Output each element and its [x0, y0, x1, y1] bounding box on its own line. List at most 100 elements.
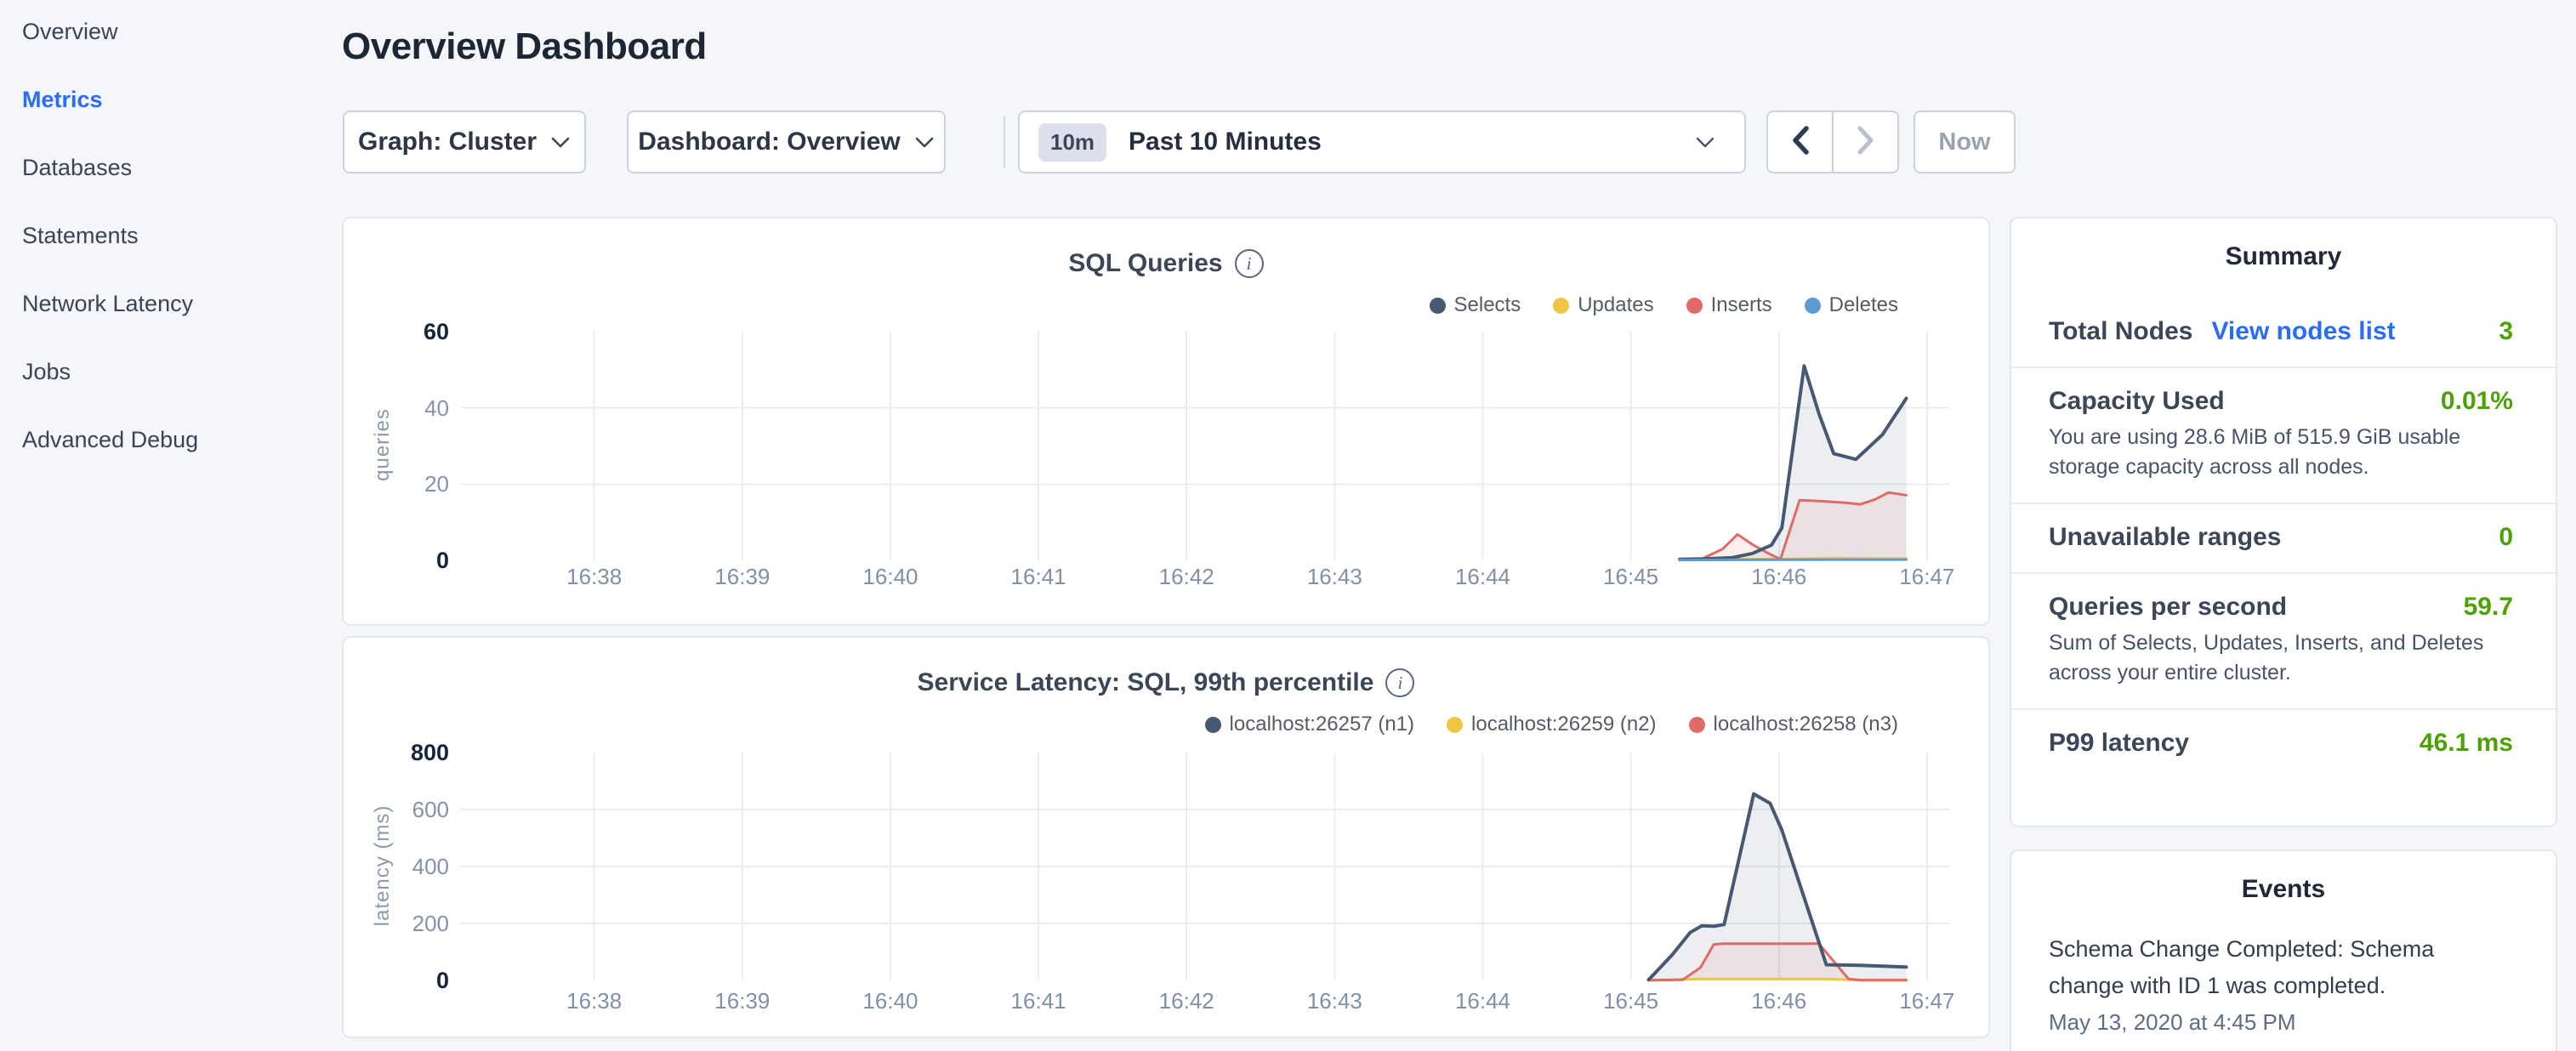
- summary-row-unavailable-ranges: Unavailable ranges 0: [2011, 504, 2556, 574]
- legend-item-localhost-26258-n3[interactable]: localhost:26258 (n3): [1689, 713, 1898, 736]
- x-axis-tick: 16:39: [691, 988, 793, 1014]
- summary-row-capacity-used: Capacity Used 0.01% You are using 28.6 M…: [2011, 368, 2556, 504]
- time-range-badge: 10m: [1038, 123, 1106, 162]
- sidebar-item-jobs[interactable]: Jobs: [0, 338, 340, 406]
- plot-area[interactable]: [461, 750, 1949, 984]
- summary-value: 0.01%: [2441, 387, 2513, 416]
- time-range-selector[interactable]: 10m Past 10 Minutes: [1018, 111, 1746, 173]
- service-latency-chart-card: Service Latency: SQL, 99th percentile i …: [342, 636, 1990, 1038]
- sidebar-item-metrics[interactable]: Metrics: [0, 65, 340, 134]
- sidebar-item-databases[interactable]: Databases: [0, 134, 340, 202]
- x-axis-tick: 16:38: [543, 988, 645, 1014]
- events-panel: Events Schema Change Completed: Schema c…: [2010, 849, 2557, 1051]
- next-time-button[interactable]: [1834, 112, 1897, 172]
- page-title: Overview Dashboard: [342, 26, 707, 68]
- chart-legend: Selects Updates Inserts Deletes: [1430, 293, 1899, 317]
- legend-item-localhost-26257-n1[interactable]: localhost:26257 (n1): [1205, 713, 1414, 736]
- legend-label: Inserts: [1711, 293, 1772, 317]
- summary-value: 59.7: [2464, 593, 2513, 622]
- sidebar-item-advanced-debug[interactable]: Advanced Debug: [0, 406, 340, 474]
- info-icon[interactable]: i: [1385, 668, 1414, 697]
- legend-dot-icon: [1205, 717, 1221, 733]
- y-axis-tick: 20: [355, 471, 449, 497]
- time-step-buttons: [1766, 111, 1899, 173]
- chart-svg: [461, 329, 1949, 563]
- summary-row-queries-per-second: Queries per second 59.7 Sum of Selects, …: [2011, 574, 2556, 710]
- summary-row-p99-latency: P99 latency 46.1 ms: [2011, 710, 2556, 778]
- x-axis-tick: 16:40: [839, 988, 941, 1014]
- x-axis-tick: 16:44: [1431, 988, 1533, 1014]
- y-axis-tick: 40: [355, 395, 449, 421]
- controls-divider: [1004, 116, 1005, 168]
- x-axis-tick: 16:45: [1580, 564, 1682, 589]
- sidebar-item-statements[interactable]: Statements: [0, 202, 340, 270]
- x-axis-tick: 16:44: [1431, 564, 1533, 589]
- event-list-item[interactable]: Schema Change Completed: Schema change w…: [2011, 924, 2556, 1036]
- y-axis-tick: 400: [355, 854, 449, 879]
- x-axis-tick: 16:47: [1876, 988, 1978, 1014]
- legend-item-updates[interactable]: Updates: [1553, 293, 1653, 317]
- y-axis-tick: 0: [355, 968, 449, 993]
- legend-dot-icon: [1447, 717, 1463, 733]
- summary-description: Sum of Selects, Updates, Inserts, and De…: [2049, 628, 2513, 688]
- chart-title: SQL Queries: [1068, 249, 1222, 278]
- x-axis-tick: 16:38: [543, 564, 645, 589]
- chevron-down-icon: [550, 135, 571, 149]
- previous-time-button[interactable]: [1768, 112, 1834, 172]
- now-button[interactable]: Now: [1914, 111, 2016, 173]
- graph-dropdown-label: Graph: Cluster: [358, 128, 537, 156]
- chevron-left-icon: [1788, 123, 1812, 162]
- legend-label: Updates: [1578, 293, 1653, 317]
- summary-label: Total Nodes: [2049, 317, 2192, 346]
- summary-title: Summary: [2011, 219, 2556, 298]
- legend-dot-icon: [1686, 298, 1703, 314]
- x-axis-tick: 16:41: [987, 988, 1089, 1014]
- summary-label: P99 latency: [2049, 729, 2189, 758]
- chart-legend: localhost:26257 (n1) localhost:26259 (n2)…: [1205, 713, 1898, 736]
- legend-label: localhost:26259 (n2): [1471, 713, 1656, 736]
- time-range-label: Past 10 Minutes: [1129, 128, 1322, 156]
- chevron-down-icon: [1695, 135, 1715, 149]
- summary-value: 46.1 ms: [2420, 729, 2513, 758]
- sql-queries-chart-card: SQL Queries i Selects Updates Inserts Delet…: [342, 217, 1990, 626]
- legend-item-inserts[interactable]: Inserts: [1686, 293, 1772, 317]
- view-nodes-list-link[interactable]: View nodes list: [2211, 317, 2395, 346]
- legend-label: localhost:26257 (n1): [1230, 713, 1414, 736]
- dashboard-dropdown[interactable]: Dashboard: Overview: [627, 111, 946, 173]
- y-axis-tick: 60: [355, 319, 449, 344]
- legend-label: localhost:26258 (n3): [1714, 713, 1898, 736]
- legend-dot-icon: [1689, 717, 1705, 733]
- legend-item-deletes[interactable]: Deletes: [1805, 293, 1898, 317]
- legend-label: Deletes: [1829, 293, 1898, 317]
- sidebar-item-network-latency[interactable]: Network Latency: [0, 270, 340, 338]
- legend-item-selects[interactable]: Selects: [1430, 293, 1521, 317]
- dashboard-dropdown-label: Dashboard: Overview: [638, 128, 900, 156]
- y-axis-tick: 600: [355, 797, 449, 822]
- y-axis-tick: 800: [355, 740, 449, 765]
- chevron-down-icon: [914, 135, 935, 149]
- x-axis-tick: 16:46: [1728, 988, 1830, 1014]
- y-axis-label: queries: [371, 317, 395, 572]
- x-axis-tick: 16:42: [1135, 564, 1237, 589]
- legend-dot-icon: [1805, 298, 1821, 314]
- metrics-page: Overview Metrics Databases Statements Ne…: [0, 0, 2576, 1051]
- summary-label: Unavailable ranges: [2049, 523, 2281, 552]
- x-axis-tick: 16:41: [987, 564, 1089, 589]
- event-timestamp: May 13, 2020 at 4:45 PM: [2049, 1009, 2513, 1036]
- event-text: Schema Change Completed: Schema change w…: [2049, 931, 2513, 1004]
- summary-value: 0: [2499, 523, 2513, 552]
- now-button-label: Now: [1938, 128, 1990, 156]
- legend-item-localhost-26259-n2[interactable]: localhost:26259 (n2): [1447, 713, 1656, 736]
- info-icon[interactable]: i: [1235, 249, 1264, 278]
- x-axis-tick: 16:47: [1876, 564, 1978, 589]
- summary-label: Capacity Used: [2049, 387, 2225, 416]
- chevron-right-icon: [1854, 123, 1878, 162]
- legend-dot-icon: [1430, 298, 1446, 314]
- graph-dropdown[interactable]: Graph: Cluster: [343, 111, 586, 173]
- plot-area[interactable]: [461, 329, 1949, 563]
- summary-description: You are using 28.6 MiB of 515.9 GiB usab…: [2049, 423, 2513, 482]
- x-axis-tick: 16:40: [839, 564, 941, 589]
- sidebar-item-overview[interactable]: Overview: [0, 0, 340, 65]
- x-axis-tick: 16:42: [1135, 988, 1237, 1014]
- x-axis-tick: 16:43: [1283, 988, 1385, 1014]
